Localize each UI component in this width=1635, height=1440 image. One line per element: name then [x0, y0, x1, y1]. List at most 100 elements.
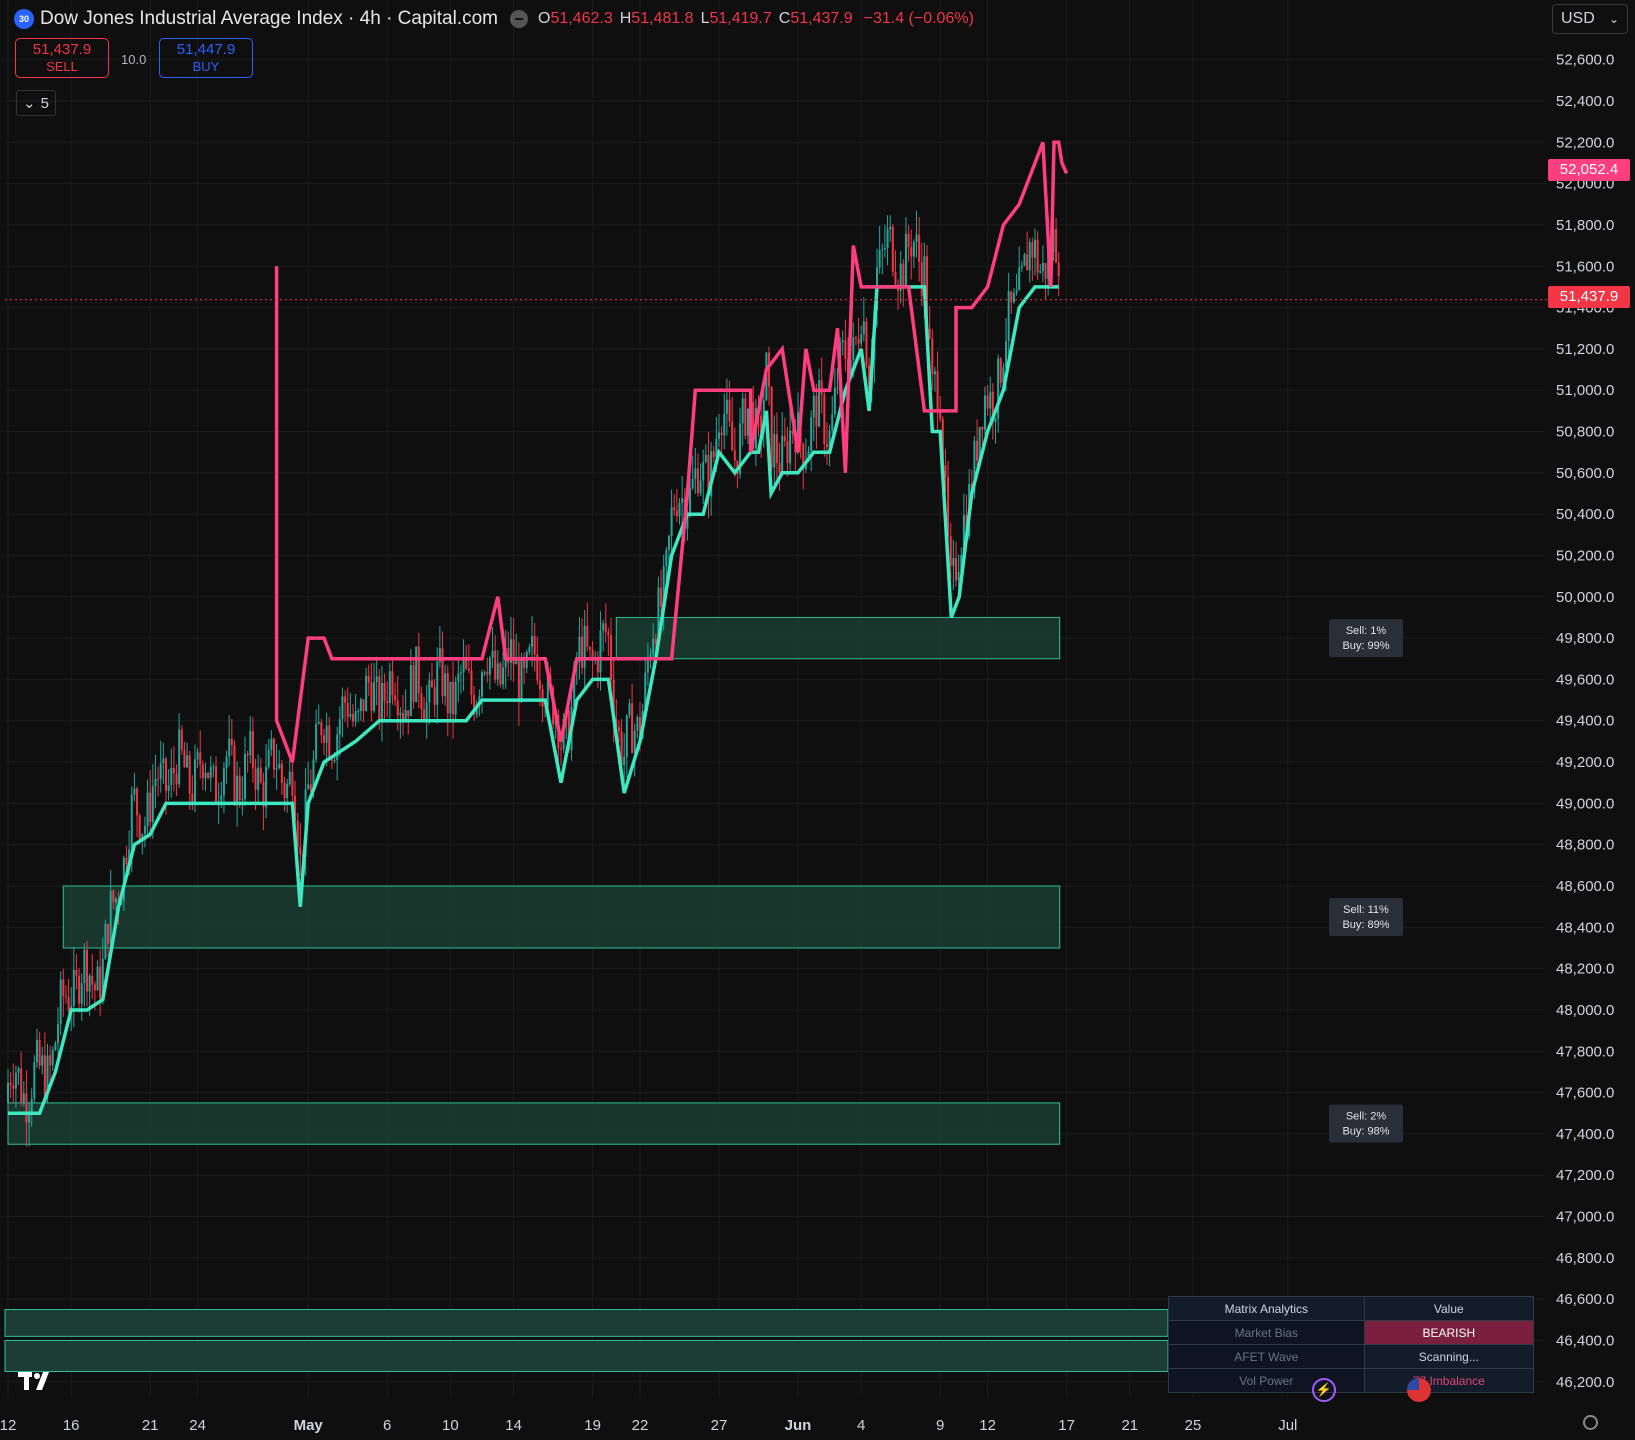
- candle-body: [691, 478, 694, 488]
- candle-body: [675, 510, 678, 517]
- price-tick-label: 52,400.0: [1556, 93, 1614, 110]
- zone-sell-label: Sell: 1%: [1346, 625, 1387, 637]
- candle-body: [894, 271, 897, 285]
- candle-body: [325, 725, 328, 743]
- candle-body: [341, 696, 344, 720]
- candle-body: [151, 786, 154, 823]
- candle-body: [1055, 229, 1058, 263]
- candle-body: [399, 712, 402, 716]
- candle-body: [383, 682, 386, 702]
- currency-select[interactable]: USD ⌄: [1552, 4, 1628, 34]
- time-tick-label: 27: [711, 1417, 728, 1434]
- candle-body: [912, 242, 915, 257]
- candle-body: [402, 712, 404, 720]
- candle-body: [881, 249, 884, 251]
- candle-body: [681, 498, 684, 503]
- candle-body: [444, 673, 447, 697]
- candle-body: [667, 536, 670, 550]
- last-price-tag: 51,437.9: [1548, 286, 1630, 308]
- candle-body: [20, 1068, 23, 1103]
- candle-body: [836, 387, 839, 389]
- candle-body: [931, 338, 934, 375]
- currency-label: USD: [1561, 10, 1595, 27]
- candle-body: [1028, 242, 1031, 271]
- candle-body: [486, 672, 489, 675]
- candle-body: [280, 763, 283, 783]
- zone-box: [62, 885, 1061, 949]
- candle-body: [333, 760, 336, 762]
- candle-body: [955, 558, 957, 581]
- candle-body: [315, 724, 318, 760]
- candle-body: [38, 1039, 41, 1066]
- candle-body: [207, 772, 210, 779]
- candle-body: [165, 758, 167, 791]
- candle-body: [910, 247, 913, 257]
- buy-button[interactable]: 51,447.9 BUY: [159, 38, 253, 78]
- candle-body: [488, 657, 491, 675]
- market-status-icon[interactable]: [510, 10, 528, 28]
- candle-body: [328, 725, 331, 759]
- price-tick-label: 47,200.0: [1556, 1167, 1614, 1184]
- candle-body: [7, 1082, 9, 1103]
- candle-body: [143, 825, 146, 835]
- price-tick-label: 51,000.0: [1556, 382, 1614, 399]
- candle-body: [83, 949, 86, 983]
- candle-body: [241, 799, 244, 801]
- candle-body: [54, 1043, 57, 1050]
- candle-body: [770, 386, 773, 468]
- candle-body: [1012, 293, 1015, 303]
- candle-body: [183, 749, 186, 768]
- candle-body: [467, 668, 470, 671]
- candle-body: [88, 975, 91, 992]
- low-value: 51,419.7: [709, 10, 772, 27]
- candle-body: [138, 815, 141, 840]
- candle-body: [201, 764, 204, 779]
- candle-body: [109, 890, 112, 944]
- zone-box: [4, 1308, 1169, 1337]
- candle-body: [633, 730, 636, 753]
- candle-body: [457, 673, 460, 682]
- sell-button[interactable]: 51,437.9 SELL: [15, 38, 109, 78]
- candle-body: [652, 638, 655, 655]
- candle-body: [380, 682, 383, 721]
- chart-title[interactable]: Dow Jones Industrial Average Index · 4h …: [40, 8, 498, 30]
- candle-body: [22, 1093, 25, 1103]
- candle-body: [844, 340, 847, 360]
- candle-body: [249, 731, 252, 756]
- candle-body: [670, 507, 673, 537]
- candle-body: [80, 982, 83, 1004]
- candle-body: [338, 719, 341, 735]
- candle-body: [588, 646, 591, 650]
- price-chart[interactable]: Sell: 1% Buy: 99% Sell: 11% Buy: 89% Sell: 2…: [0, 0, 1635, 1440]
- symbol-icon[interactable]: 30: [14, 9, 34, 29]
- indicators-toggle[interactable]: ⌄ 5: [16, 90, 56, 116]
- candle-body: [14, 1072, 17, 1089]
- settings-icon[interactable]: [1583, 1415, 1598, 1430]
- candle-body: [904, 233, 907, 288]
- candle-body: [125, 857, 128, 865]
- zone-buy-label: Buy: 98%: [1342, 1126, 1389, 1138]
- candle-body: [259, 767, 262, 783]
- time-tick-label: Jul: [1278, 1417, 1297, 1434]
- candle-body: [778, 462, 781, 473]
- tradingview-logo[interactable]: [18, 1370, 58, 1397]
- candle-body: [862, 321, 865, 335]
- candle-body: [860, 334, 863, 344]
- candle-body: [665, 549, 668, 567]
- time-tick-label: 21: [142, 1417, 159, 1434]
- us-flag-icon[interactable]: [1407, 1378, 1431, 1402]
- lower-zones: [4, 1308, 1169, 1372]
- lightning-icon[interactable]: ⚡: [1312, 1378, 1336, 1402]
- candle-body: [823, 394, 826, 445]
- high-value: 51,481.8: [631, 10, 694, 27]
- candle-body: [678, 502, 681, 517]
- afet-wave-value: Scanning...: [1363, 1344, 1535, 1369]
- candle-body: [365, 675, 368, 712]
- time-tick-label: 9: [936, 1417, 944, 1434]
- candle-body: [599, 630, 602, 673]
- sell-price: 51,437.9: [32, 41, 92, 58]
- vol-power-value: 77 Imbalance: [1363, 1368, 1535, 1393]
- candle-body: [902, 263, 905, 288]
- candle-body: [86, 949, 88, 992]
- price-tick-label: 46,800.0: [1556, 1250, 1614, 1267]
